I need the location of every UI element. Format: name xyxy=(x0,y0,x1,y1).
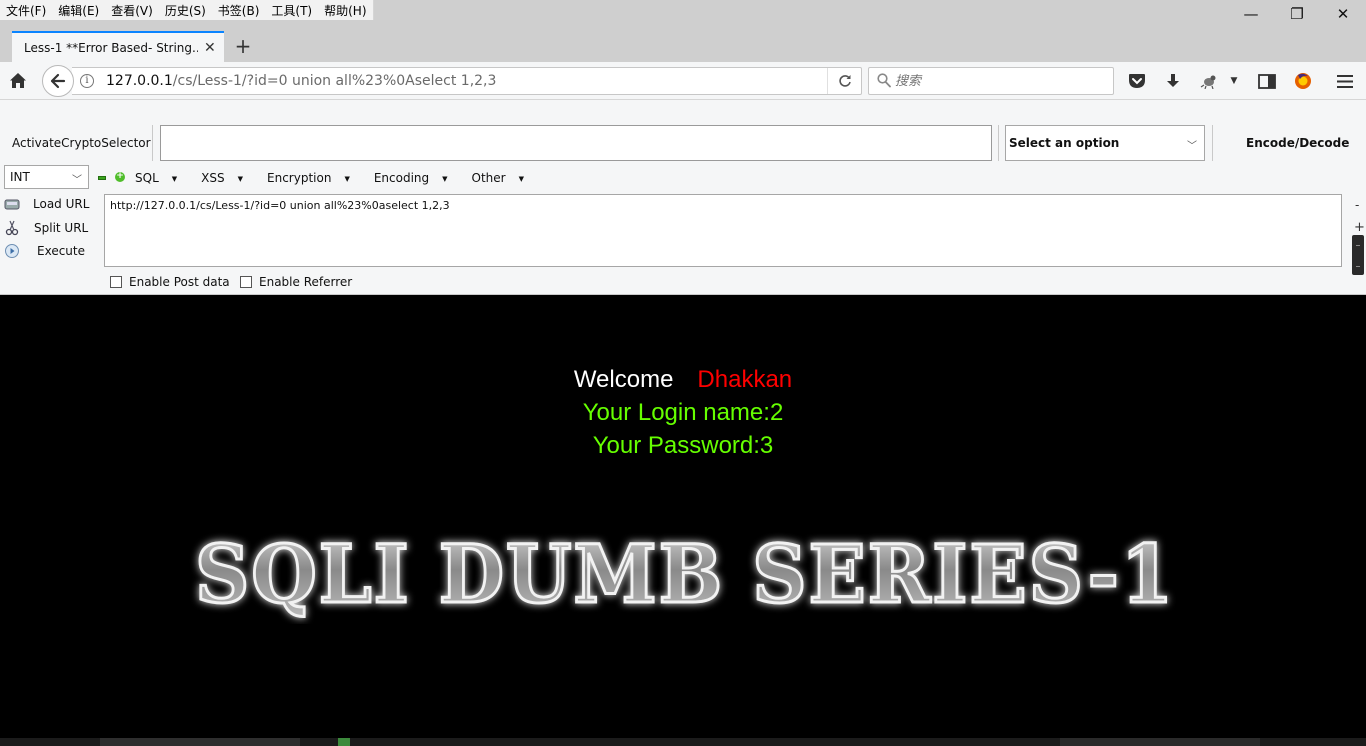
firefox-account-icon[interactable] xyxy=(1292,71,1314,91)
hackbar-menus: SQL ▼ XSS ▼ Encryption ▼ Encoding ▼ Other ▼ xyxy=(135,171,548,185)
menu-encoding-label: Encoding xyxy=(373,171,430,185)
encode-decode-button[interactable]: Encode/Decode xyxy=(1246,136,1349,150)
grow-panel-button[interactable]: + xyxy=(1354,220,1365,235)
play-icon xyxy=(5,244,19,258)
menu-xss-label: XSS xyxy=(201,171,225,185)
download-icon[interactable] xyxy=(1162,71,1184,91)
navigation-bar: i 127.0.0.1/cs/Less-1/?id=0 union all%23… xyxy=(0,62,1366,100)
search-icon xyxy=(877,73,891,91)
checkbox-box[interactable] xyxy=(110,276,122,288)
decrease-icon[interactable] xyxy=(98,176,106,180)
user-name: Dhakkan xyxy=(697,366,793,393)
split-url-label: Split URL xyxy=(34,221,89,235)
search-bar[interactable] xyxy=(868,67,1114,95)
back-button[interactable] xyxy=(42,65,74,97)
chevron-down-icon: ﹀ xyxy=(1187,141,1197,152)
chevron-down-icon[interactable]: ▼ xyxy=(1226,71,1242,91)
reload-icon[interactable] xyxy=(827,68,861,94)
hamburger-menu-icon[interactable] xyxy=(1334,71,1356,91)
taskbar-item[interactable] xyxy=(1060,738,1260,746)
increase-icon[interactable]: + xyxy=(115,172,125,182)
info-icon[interactable]: i xyxy=(80,74,94,88)
menu-arrow-icon: ▼ xyxy=(442,174,448,183)
execute-button[interactable]: Execute xyxy=(4,243,85,259)
banner-text: SQLI DUMB SERIES-1 xyxy=(195,527,1175,621)
crypto-select-value: Select an option xyxy=(1009,136,1120,150)
login-name-text: Your Login name:2 xyxy=(582,399,784,426)
menu-history[interactable]: 历史(S) xyxy=(159,0,212,20)
home-icon[interactable] xyxy=(9,72,27,92)
load-url-button[interactable]: Load URL xyxy=(4,197,89,211)
tab-active[interactable]: Less-1 **Error Based- String... ✕ xyxy=(12,31,224,63)
sidebar-icon[interactable] xyxy=(1256,71,1278,91)
enable-post-checkbox[interactable]: Enable Post data xyxy=(110,275,230,289)
taskbar-strip xyxy=(0,738,1366,746)
hackbar-url-textarea[interactable]: http://127.0.0.1/cs/Less-1/?id=0 union a… xyxy=(104,194,1342,267)
menu-arrow-icon: ▼ xyxy=(518,174,524,183)
enable-referrer-checkbox[interactable]: Enable Referrer xyxy=(240,275,352,289)
url-host: 127.0.0.1 xyxy=(106,73,173,89)
load-url-icon xyxy=(4,199,20,210)
type-select-value: INT xyxy=(10,170,30,184)
menu-arrow-icon: ▼ xyxy=(171,174,178,183)
arrow-left-icon xyxy=(50,73,66,89)
menu-encryption-label: Encryption xyxy=(267,171,332,185)
password-text: Your Password:3 xyxy=(592,432,774,459)
menu-view[interactable]: 查看(V) xyxy=(105,0,159,20)
url-bar[interactable]: i 127.0.0.1/cs/Less-1/?id=0 union all%23… xyxy=(72,67,862,95)
menu-edit[interactable]: 编辑(E) xyxy=(52,0,105,20)
crypto-algorithm-select[interactable]: Select an option ﹀ xyxy=(1005,125,1205,161)
welcome-line: Welcome Dhakkan xyxy=(0,366,1366,394)
tab-title: Less-1 **Error Based- String... xyxy=(24,41,198,55)
checkbox-box[interactable] xyxy=(240,276,252,288)
menu-tools[interactable]: 工具(T) xyxy=(265,0,318,20)
divider xyxy=(998,125,999,161)
page-content: Welcome Dhakkan Your Login name:2 Your Pa… xyxy=(0,296,1366,738)
menu-file[interactable]: 文件(F) xyxy=(0,0,52,20)
window-controls: — ❐ ✕ xyxy=(1228,0,1366,28)
menu-other[interactable]: Other ▼ xyxy=(472,171,536,185)
menu-bar: 文件(F) 编辑(E) 查看(V) 历史(S) 书签(B) 工具(T) 帮助(H… xyxy=(0,0,374,20)
welcome-text: Welcome xyxy=(573,366,674,393)
search-input[interactable] xyxy=(895,71,1105,91)
execute-label: Execute xyxy=(37,244,85,258)
pocket-icon[interactable] xyxy=(1126,71,1148,91)
load-url-label: Load URL xyxy=(33,197,90,211)
menu-help[interactable]: 帮助(H) xyxy=(318,0,372,20)
menu-encryption[interactable]: Encryption ▼ xyxy=(267,171,362,185)
menu-sql[interactable]: SQL ▼ xyxy=(135,171,189,185)
url-text[interactable]: 127.0.0.1/cs/Less-1/?id=0 union all%23%0… xyxy=(106,73,496,89)
title-bar: 文件(F) 编辑(E) 查看(V) 历史(S) 书签(B) 工具(T) 帮助(H… xyxy=(0,0,1366,63)
enable-referrer-label: Enable Referrer xyxy=(259,275,353,289)
scissors-icon xyxy=(5,220,19,236)
restore-button[interactable]: ❐ xyxy=(1274,0,1320,28)
bug-icon[interactable] xyxy=(1198,71,1220,91)
menu-arrow-icon: ▼ xyxy=(237,174,243,183)
crypto-selector-label[interactable]: ActivateCryptoSelector xyxy=(12,136,151,150)
enable-post-label: Enable Post data xyxy=(129,275,230,289)
minimize-button[interactable]: — xyxy=(1228,0,1274,28)
menu-other-label: Other xyxy=(471,171,506,185)
chevron-down-icon: ﹀ xyxy=(72,175,82,186)
taskbar-item[interactable] xyxy=(338,738,350,746)
menu-arrow-icon: ▼ xyxy=(344,174,350,183)
type-select[interactable]: INT ﹀ xyxy=(4,165,89,189)
divider xyxy=(152,125,153,161)
menu-xss[interactable]: XSS ▼ xyxy=(201,171,255,185)
menu-encoding[interactable]: Encoding ▼ xyxy=(374,171,460,185)
tab-close-icon[interactable]: ✕ xyxy=(204,40,216,56)
hackbar-panel: ActivateCryptoSelector Select an option … xyxy=(0,100,1366,295)
divider xyxy=(1212,125,1213,161)
panel-resize-handle[interactable] xyxy=(1352,235,1364,275)
taskbar-item[interactable] xyxy=(100,738,300,746)
menu-sql-label: SQL xyxy=(135,171,159,185)
close-window-button[interactable]: ✕ xyxy=(1320,0,1366,28)
menu-bookmarks[interactable]: 书签(B) xyxy=(212,0,266,20)
new-tab-button[interactable]: + xyxy=(232,34,254,58)
split-url-button[interactable]: Split URL xyxy=(4,220,88,236)
shrink-panel-button[interactable]: - xyxy=(1355,198,1359,212)
sqli-dumb-series-banner: SQLI DUMB SERIES-1 xyxy=(194,526,1175,623)
url-path: /cs/Less-1/?id=0 union all%23%0Aselect 1… xyxy=(172,73,497,89)
crypto-input[interactable] xyxy=(160,125,992,161)
